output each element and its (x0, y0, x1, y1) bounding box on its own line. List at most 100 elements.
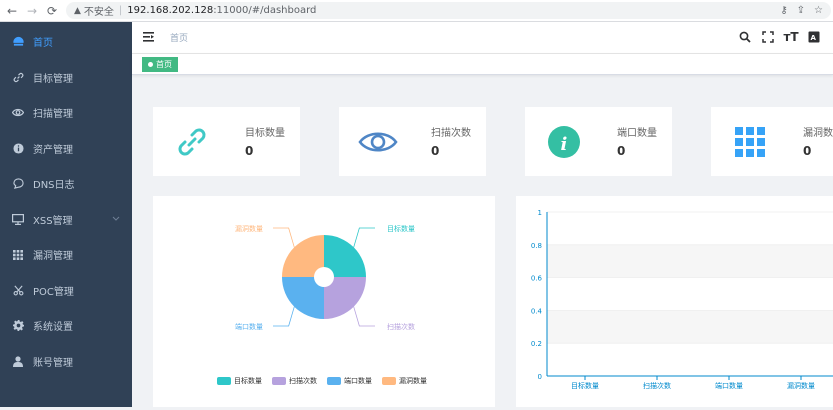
url-host: 192.168.202.128 (127, 5, 214, 16)
back-icon[interactable]: ← (4, 3, 20, 19)
gear-icon (12, 320, 24, 332)
x-tick-label: 目标数量 (571, 381, 599, 390)
card-title: 扫描次数 (431, 128, 471, 139)
tag-label: 首页 (156, 60, 172, 69)
breadcrumb: 首页 (170, 34, 189, 44)
sidebar-item-label: DNS日志 (33, 180, 75, 191)
fullscreen-icon[interactable] (761, 29, 775, 45)
font-size-icon[interactable]: тT (783, 29, 798, 45)
pie-label-line (353, 306, 375, 327)
sidebar: 首页目标管理扫描管理资产管理 DNS日志 XSS管理漏洞管理 POC管理系统设置账号管… (0, 22, 132, 407)
grid-band (547, 310, 833, 344)
translate-icon[interactable]: A (807, 29, 821, 45)
card-title: 端口数量 (617, 128, 657, 139)
x-tick-label: 扫描次数 (643, 381, 671, 390)
warning-icon: ▲ (74, 5, 81, 16)
pie-label-line (273, 227, 295, 248)
url-path: :11000/#/dashboard (213, 5, 317, 16)
address-bar[interactable]: ▲ 不安全 | 192.168.202.128:11000/#/dashboar… (66, 2, 831, 19)
info-icon (12, 142, 24, 154)
star-icon[interactable]: ☆ (814, 5, 823, 16)
pie-slice[interactable] (282, 277, 324, 319)
svg-text:i: i (561, 134, 568, 155)
legend-item[interactable]: 目标数量 (217, 376, 262, 386)
forward-icon[interactable]: → (24, 3, 40, 19)
link-icon (169, 121, 215, 163)
card-port-count[interactable]: i 端口数量 0 (525, 107, 672, 176)
legend-label: 扫描次数 (289, 377, 317, 385)
bar-chart-panel: 0 0.2 0.4 0.6 0.8 1 目标数量 扫描次数 端口数量 漏洞数量 (516, 196, 833, 407)
eye-icon (355, 121, 401, 163)
grid-band (547, 244, 833, 278)
pie-label: 目标数量 (387, 224, 415, 233)
card-target-count[interactable]: 目标数量 0 (153, 107, 300, 176)
hamburger-icon[interactable] (143, 31, 155, 43)
legend-swatch (382, 377, 396, 385)
legend-swatch (217, 377, 231, 385)
info-icon: i (541, 121, 587, 163)
pie-slice[interactable] (324, 235, 366, 277)
card-title: 目标数量 (245, 128, 285, 139)
legend-swatch (327, 377, 341, 385)
eye-icon (12, 107, 24, 119)
sidebar-item-label: POC管理 (33, 286, 74, 298)
sidebar-item-8[interactable]: 系统设置 (0, 308, 132, 343)
monitor-icon (12, 213, 24, 225)
sidebar-item-label: 账号管理 (33, 357, 73, 369)
card-title: 漏洞数 (803, 128, 833, 139)
pie-slice[interactable] (282, 235, 324, 277)
sidebar-item-7[interactable]: POC管理 (0, 273, 132, 308)
bar-chart: 0 0.2 0.4 0.6 0.8 1 目标数量 扫描次数 端口数量 漏洞数量 (531, 209, 833, 390)
sidebar-item-label: XSS管理 (33, 215, 73, 227)
sidebar-item-label: 扫描管理 (33, 109, 73, 120)
pie-legend: 目标数量 扫描次数 端口数量 漏洞数量 (217, 376, 427, 386)
sidebar-item-label: 漏洞管理 (33, 251, 73, 262)
x-tick-label: 端口数量 (715, 381, 743, 390)
search-icon[interactable] (738, 29, 752, 45)
pie-label: 端口数量 (235, 322, 263, 331)
tag-home[interactable]: 首页 (142, 57, 178, 72)
dashboard-icon (12, 36, 24, 48)
sidebar-item-label: 资产管理 (33, 144, 73, 156)
pie-slice[interactable] (324, 277, 366, 319)
card-vuln-count[interactable]: 漏洞数 0 (711, 107, 833, 176)
pie-chart: 目标数量扫描次数 端口数量 漏洞数量 (235, 224, 415, 331)
card-value: 0 (245, 144, 254, 158)
grid-icon (12, 249, 24, 261)
y-tick-label: 0.8 (531, 242, 542, 250)
y-tick-label: 1 (538, 209, 542, 217)
sidebar-item-9[interactable]: 账号管理 (0, 344, 132, 379)
legend-item[interactable]: 端口数量 (327, 376, 372, 386)
pie-label-line (353, 227, 375, 248)
share-icon[interactable]: ⇪ (797, 5, 805, 16)
chat-icon (12, 178, 24, 190)
y-tick-label: 0.6 (531, 275, 543, 283)
legend-item[interactable]: 扫描次数 (272, 376, 317, 386)
sidebar-item-2[interactable]: 扫描管理 (0, 95, 132, 130)
sidebar-item-0[interactable]: 首页 (0, 24, 132, 59)
legend-label: 漏洞数量 (399, 377, 427, 385)
sidebar-item-label: 首页 (33, 38, 53, 49)
sidebar-item-label: 系统设置 (33, 322, 73, 333)
reload-icon[interactable]: ⟳ (44, 3, 60, 19)
legend-item[interactable]: 漏洞数量 (382, 376, 427, 386)
svg-text:A: A (811, 34, 817, 42)
pie-label: 漏洞数量 (235, 224, 263, 233)
tag-dot (148, 62, 153, 67)
y-tick-label: 0 (538, 373, 542, 381)
legend-swatch (272, 377, 286, 385)
pie-chart-panel: 目标数量 扫描次数 端口数量 漏洞数量 目标数量 扫描次数 端口数量 漏洞数量 (153, 196, 495, 407)
sidebar-item-3[interactable]: 资产管理 (0, 131, 132, 166)
x-tick-label: 漏洞数量 (787, 381, 815, 390)
pie-label-line (273, 306, 295, 327)
legend-label: 目标数量 (234, 377, 262, 385)
card-scan-count[interactable]: 扫描次数 0 (339, 107, 486, 176)
sidebar-item-4[interactable]: DNS日志 (0, 166, 132, 201)
key-icon[interactable]: ⚷ (780, 5, 787, 16)
security-label: 不安全 (83, 7, 114, 18)
navbar: 首页 тT A (132, 22, 833, 54)
sidebar-item-6[interactable]: 漏洞管理 (0, 237, 132, 272)
sidebar-item-label: 目标管理 (33, 73, 73, 85)
sidebar-item-5[interactable]: XSS管理 (0, 202, 132, 237)
sidebar-item-1[interactable]: 目标管理 (0, 60, 132, 95)
